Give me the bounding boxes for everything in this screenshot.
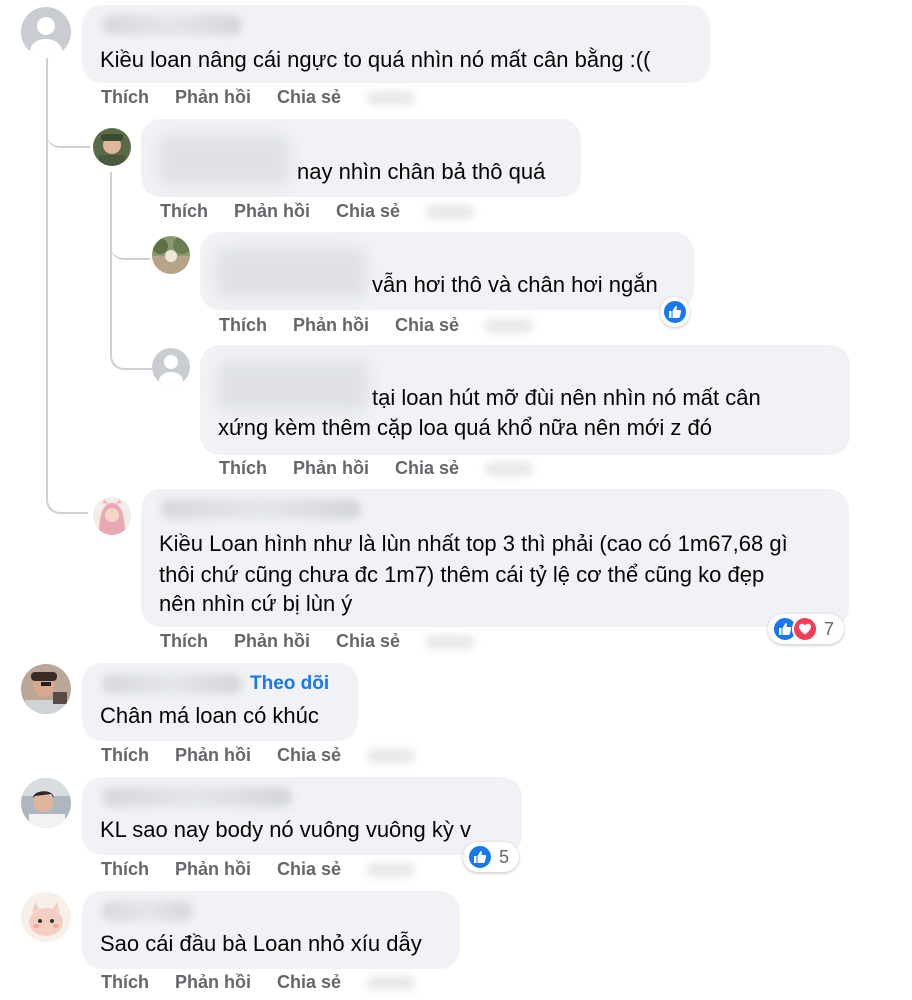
comment-bubble: Kiều Loan hình như là lùn nhất top 3 thì… xyxy=(141,489,849,627)
avatar[interactable] xyxy=(21,892,71,942)
comment-bubble: Kiều loan nâng cái ngực to quá nhìn nó m… xyxy=(82,5,710,83)
comment-text-line: Kiều Loan hình như là lùn nhất top 3 thì… xyxy=(159,531,788,556)
share-button[interactable]: Chia sẻ xyxy=(336,631,400,652)
reaction-summary[interactable] xyxy=(660,297,690,327)
comment-bubble: KL sao nay body nó vuông vuông kỳ v xyxy=(82,777,522,855)
avatar[interactable] xyxy=(21,664,71,714)
reaction-summary[interactable]: 5 xyxy=(463,842,520,872)
reply-button[interactable]: Phản hồi xyxy=(234,631,310,652)
comment-actions: Thích Phản hồi Chia sẻ xyxy=(101,859,416,880)
comment-actions: Thích Phản hồi Chia sẻ xyxy=(219,458,534,479)
reaction-count: 7 xyxy=(824,618,835,639)
avatar[interactable] xyxy=(93,497,131,535)
reply-button[interactable]: Phản hồi xyxy=(175,87,251,108)
comment-text: KL sao nay body nó vuông vuông kỳ v xyxy=(100,817,471,842)
thread-branch-1 xyxy=(46,120,90,148)
like-button[interactable]: Thích xyxy=(160,631,208,652)
comment-text-line: nên nhìn cứ bị lùn ý xyxy=(159,591,353,616)
comment-text: nay nhìn chân bả thô quá xyxy=(297,159,546,184)
like-button[interactable]: Thích xyxy=(219,315,267,336)
reply-button[interactable]: Phản hồi xyxy=(175,745,251,766)
comment-bubble: nay nhìn chân bả thô quá xyxy=(141,119,581,197)
reply-button[interactable]: Phản hồi xyxy=(175,972,251,993)
comment-actions: Thích Phản hồi Chia sẻ xyxy=(101,87,416,108)
blurred-timestamp xyxy=(367,748,416,763)
like-reaction-icon xyxy=(662,299,688,325)
share-button[interactable]: Chia sẻ xyxy=(395,315,459,336)
comment-bubble: Theo dõi Chân má loan có khúc xyxy=(82,663,358,741)
blurred-timestamp xyxy=(367,862,416,877)
blurred-timestamp xyxy=(426,204,475,219)
blurred-author-name xyxy=(159,135,289,185)
blurred-timestamp xyxy=(485,318,534,333)
comment-actions: Thích Phản hồi Chia sẻ xyxy=(160,631,475,652)
comment-actions: Thích Phản hồi Chia sẻ xyxy=(101,972,416,993)
avatar[interactable] xyxy=(152,236,190,274)
like-button[interactable]: Thích xyxy=(101,972,149,993)
reply-button[interactable]: Phản hồi xyxy=(234,201,310,222)
comment-actions: Thích Phản hồi Chia sẻ xyxy=(160,201,475,222)
like-reaction-icon xyxy=(467,844,493,870)
comment-text-line: xứng kèm thêm cặp loa quá khổ nữa nên mớ… xyxy=(218,415,712,440)
comment-bubble: vẫn hơi thô và chân hơi ngắn xyxy=(200,232,694,310)
reply-button[interactable]: Phản hồi xyxy=(293,315,369,336)
comment-text: Sao cái đầu bà Loan nhỏ xíu dẫy xyxy=(100,931,422,956)
reply-button[interactable]: Phản hồi xyxy=(175,859,251,880)
comment-bubble: Sao cái đầu bà Loan nhỏ xíu dẫy xyxy=(82,891,460,969)
comment-actions: Thích Phản hồi Chia sẻ xyxy=(101,745,416,766)
share-button[interactable]: Chia sẻ xyxy=(277,745,341,766)
share-button[interactable]: Chia sẻ xyxy=(277,859,341,880)
like-button[interactable]: Thích xyxy=(101,745,149,766)
comment-text-line: tại loan hút mỡ đùi nên nhìn nó mất cân xyxy=(372,385,761,410)
like-button[interactable]: Thích xyxy=(219,458,267,479)
comment-actions: Thích Phản hồi Chia sẻ xyxy=(219,315,534,336)
avatar[interactable] xyxy=(93,128,131,166)
blurred-timestamp xyxy=(367,975,416,990)
blurred-author-name xyxy=(216,248,366,298)
blurred-author-name xyxy=(102,15,242,35)
like-button[interactable]: Thích xyxy=(101,859,149,880)
avatar[interactable] xyxy=(152,348,190,386)
follow-button[interactable]: Theo dõi xyxy=(250,673,329,695)
share-button[interactable]: Chia sẻ xyxy=(395,458,459,479)
comment-text-line: thôi chứ cũng chưa đc 1m7) thêm cái tỷ l… xyxy=(159,562,765,587)
thread-branch-2 xyxy=(110,232,150,260)
blurred-timestamp xyxy=(485,461,534,476)
comment-bubble: tại loan hút mỡ đùi nên nhìn nó mất cân … xyxy=(200,345,850,455)
blurred-author-name xyxy=(102,787,292,807)
thread-line-sub xyxy=(110,172,152,370)
avatar[interactable] xyxy=(21,778,71,828)
share-button[interactable]: Chia sẻ xyxy=(336,201,400,222)
blurred-author-name xyxy=(102,901,192,921)
avatar[interactable] xyxy=(21,7,71,57)
like-button[interactable]: Thích xyxy=(160,201,208,222)
blurred-author-name xyxy=(102,674,242,694)
comment-text: Kiều loan nâng cái ngực to quá nhìn nó m… xyxy=(100,47,651,72)
comment-text: vẫn hơi thô và chân hơi ngắn xyxy=(372,272,658,297)
blurred-author-name xyxy=(161,499,361,519)
comment-text: Chân má loan có khúc xyxy=(100,703,319,728)
love-reaction-icon xyxy=(792,616,818,642)
share-button[interactable]: Chia sẻ xyxy=(277,87,341,108)
blurred-timestamp xyxy=(367,90,416,105)
like-button[interactable]: Thích xyxy=(101,87,149,108)
share-button[interactable]: Chia sẻ xyxy=(277,972,341,993)
reaction-count: 5 xyxy=(499,846,510,867)
blurred-author-name xyxy=(218,361,368,411)
comment-header: Theo dõi xyxy=(102,673,329,695)
blurred-timestamp xyxy=(426,634,475,649)
reply-button[interactable]: Phản hồi xyxy=(293,458,369,479)
reaction-summary[interactable]: 7 xyxy=(768,614,845,644)
